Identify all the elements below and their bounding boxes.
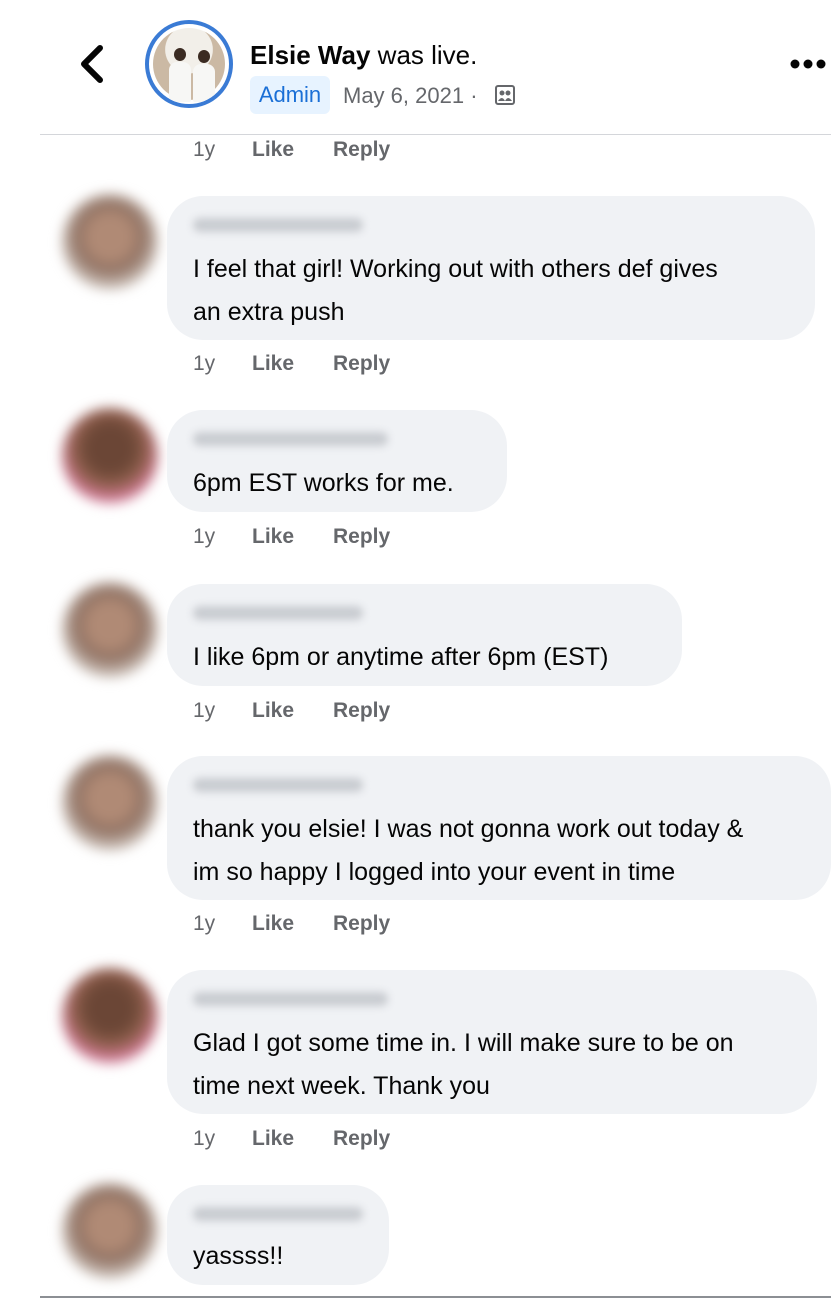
reply-button[interactable]: Reply bbox=[333, 525, 390, 549]
like-button[interactable]: Like bbox=[252, 352, 294, 376]
commenter-name[interactable] bbox=[193, 432, 388, 446]
admin-badge: Admin bbox=[250, 76, 330, 114]
author-name[interactable]: Elsie Way bbox=[250, 40, 370, 70]
commenter-avatar[interactable] bbox=[62, 408, 158, 504]
comment-time: 1y bbox=[193, 525, 216, 548]
author-avatar[interactable] bbox=[145, 20, 233, 108]
comment-time: 1y bbox=[193, 352, 216, 375]
commenter-avatar[interactable] bbox=[62, 1183, 158, 1279]
commenter-avatar[interactable] bbox=[62, 968, 158, 1064]
like-button[interactable]: Like bbox=[252, 699, 294, 723]
comment-text-line: 6pm EST works for me. bbox=[193, 469, 454, 497]
reply-button[interactable]: Reply bbox=[333, 699, 390, 723]
comment-bubble: thank you elsie! I was not gonna work ou… bbox=[167, 756, 831, 900]
comment-text-line: I feel that girl! Working out with other… bbox=[193, 255, 718, 283]
comment-text-line: yassss!! bbox=[193, 1242, 284, 1270]
bottom-divider bbox=[40, 1296, 831, 1298]
comment-bubble: Glad I got some time in. I will make sur… bbox=[167, 970, 817, 1114]
comment-time: 1y bbox=[193, 699, 216, 722]
comment-bubble: 6pm EST works for me. bbox=[167, 410, 507, 512]
comment-bubble: yassss!! bbox=[167, 1185, 389, 1285]
comment-text-line: time next week. Thank you bbox=[193, 1072, 490, 1100]
comment-text-line: I like 6pm or anytime after 6pm (EST) bbox=[193, 643, 609, 671]
comment-text-line: thank you elsie! I was not gonna work ou… bbox=[193, 815, 744, 843]
comment-bubble: I feel that girl! Working out with other… bbox=[167, 196, 815, 340]
group-icon bbox=[495, 85, 515, 105]
commenter-name[interactable] bbox=[193, 218, 363, 232]
post-header: Elsie Way was live. Admin May 6, 2021 · bbox=[0, 0, 831, 134]
post-date[interactable]: May 6, 2021 · bbox=[343, 83, 478, 109]
comment-text-line: im so happy I logged into your event in … bbox=[193, 858, 676, 886]
commenter-avatar[interactable] bbox=[62, 582, 158, 678]
commenter-name[interactable] bbox=[193, 606, 363, 620]
commenter-name[interactable] bbox=[193, 778, 363, 792]
like-button[interactable]: Like bbox=[252, 1127, 294, 1151]
comment-bubble: I like 6pm or anytime after 6pm (EST) bbox=[167, 584, 682, 686]
like-button[interactable]: Like bbox=[252, 138, 294, 162]
like-button[interactable]: Like bbox=[252, 525, 294, 549]
reply-button[interactable]: Reply bbox=[333, 1127, 390, 1151]
back-chevron-icon[interactable] bbox=[76, 42, 110, 86]
header-divider bbox=[40, 134, 831, 135]
post-action: was live. bbox=[370, 40, 478, 70]
commenter-avatar[interactable] bbox=[62, 755, 158, 851]
commenter-name[interactable] bbox=[193, 992, 388, 1006]
more-options-icon[interactable] bbox=[790, 54, 828, 74]
reply-button[interactable]: Reply bbox=[333, 912, 390, 936]
reply-button[interactable]: Reply bbox=[333, 352, 390, 376]
post-title: Elsie Way was live. bbox=[250, 40, 477, 71]
like-button[interactable]: Like bbox=[252, 912, 294, 936]
reply-button[interactable]: Reply bbox=[333, 138, 390, 162]
comment-time: 1y bbox=[193, 912, 216, 935]
commenter-name[interactable] bbox=[193, 1207, 363, 1221]
commenter-avatar[interactable] bbox=[62, 194, 158, 290]
comment-text-line: an extra push bbox=[193, 298, 345, 326]
comment-time: 1y bbox=[193, 1127, 216, 1150]
comment-text-line: Glad I got some time in. I will make sur… bbox=[193, 1029, 734, 1057]
comment-time: 1y bbox=[193, 138, 216, 161]
